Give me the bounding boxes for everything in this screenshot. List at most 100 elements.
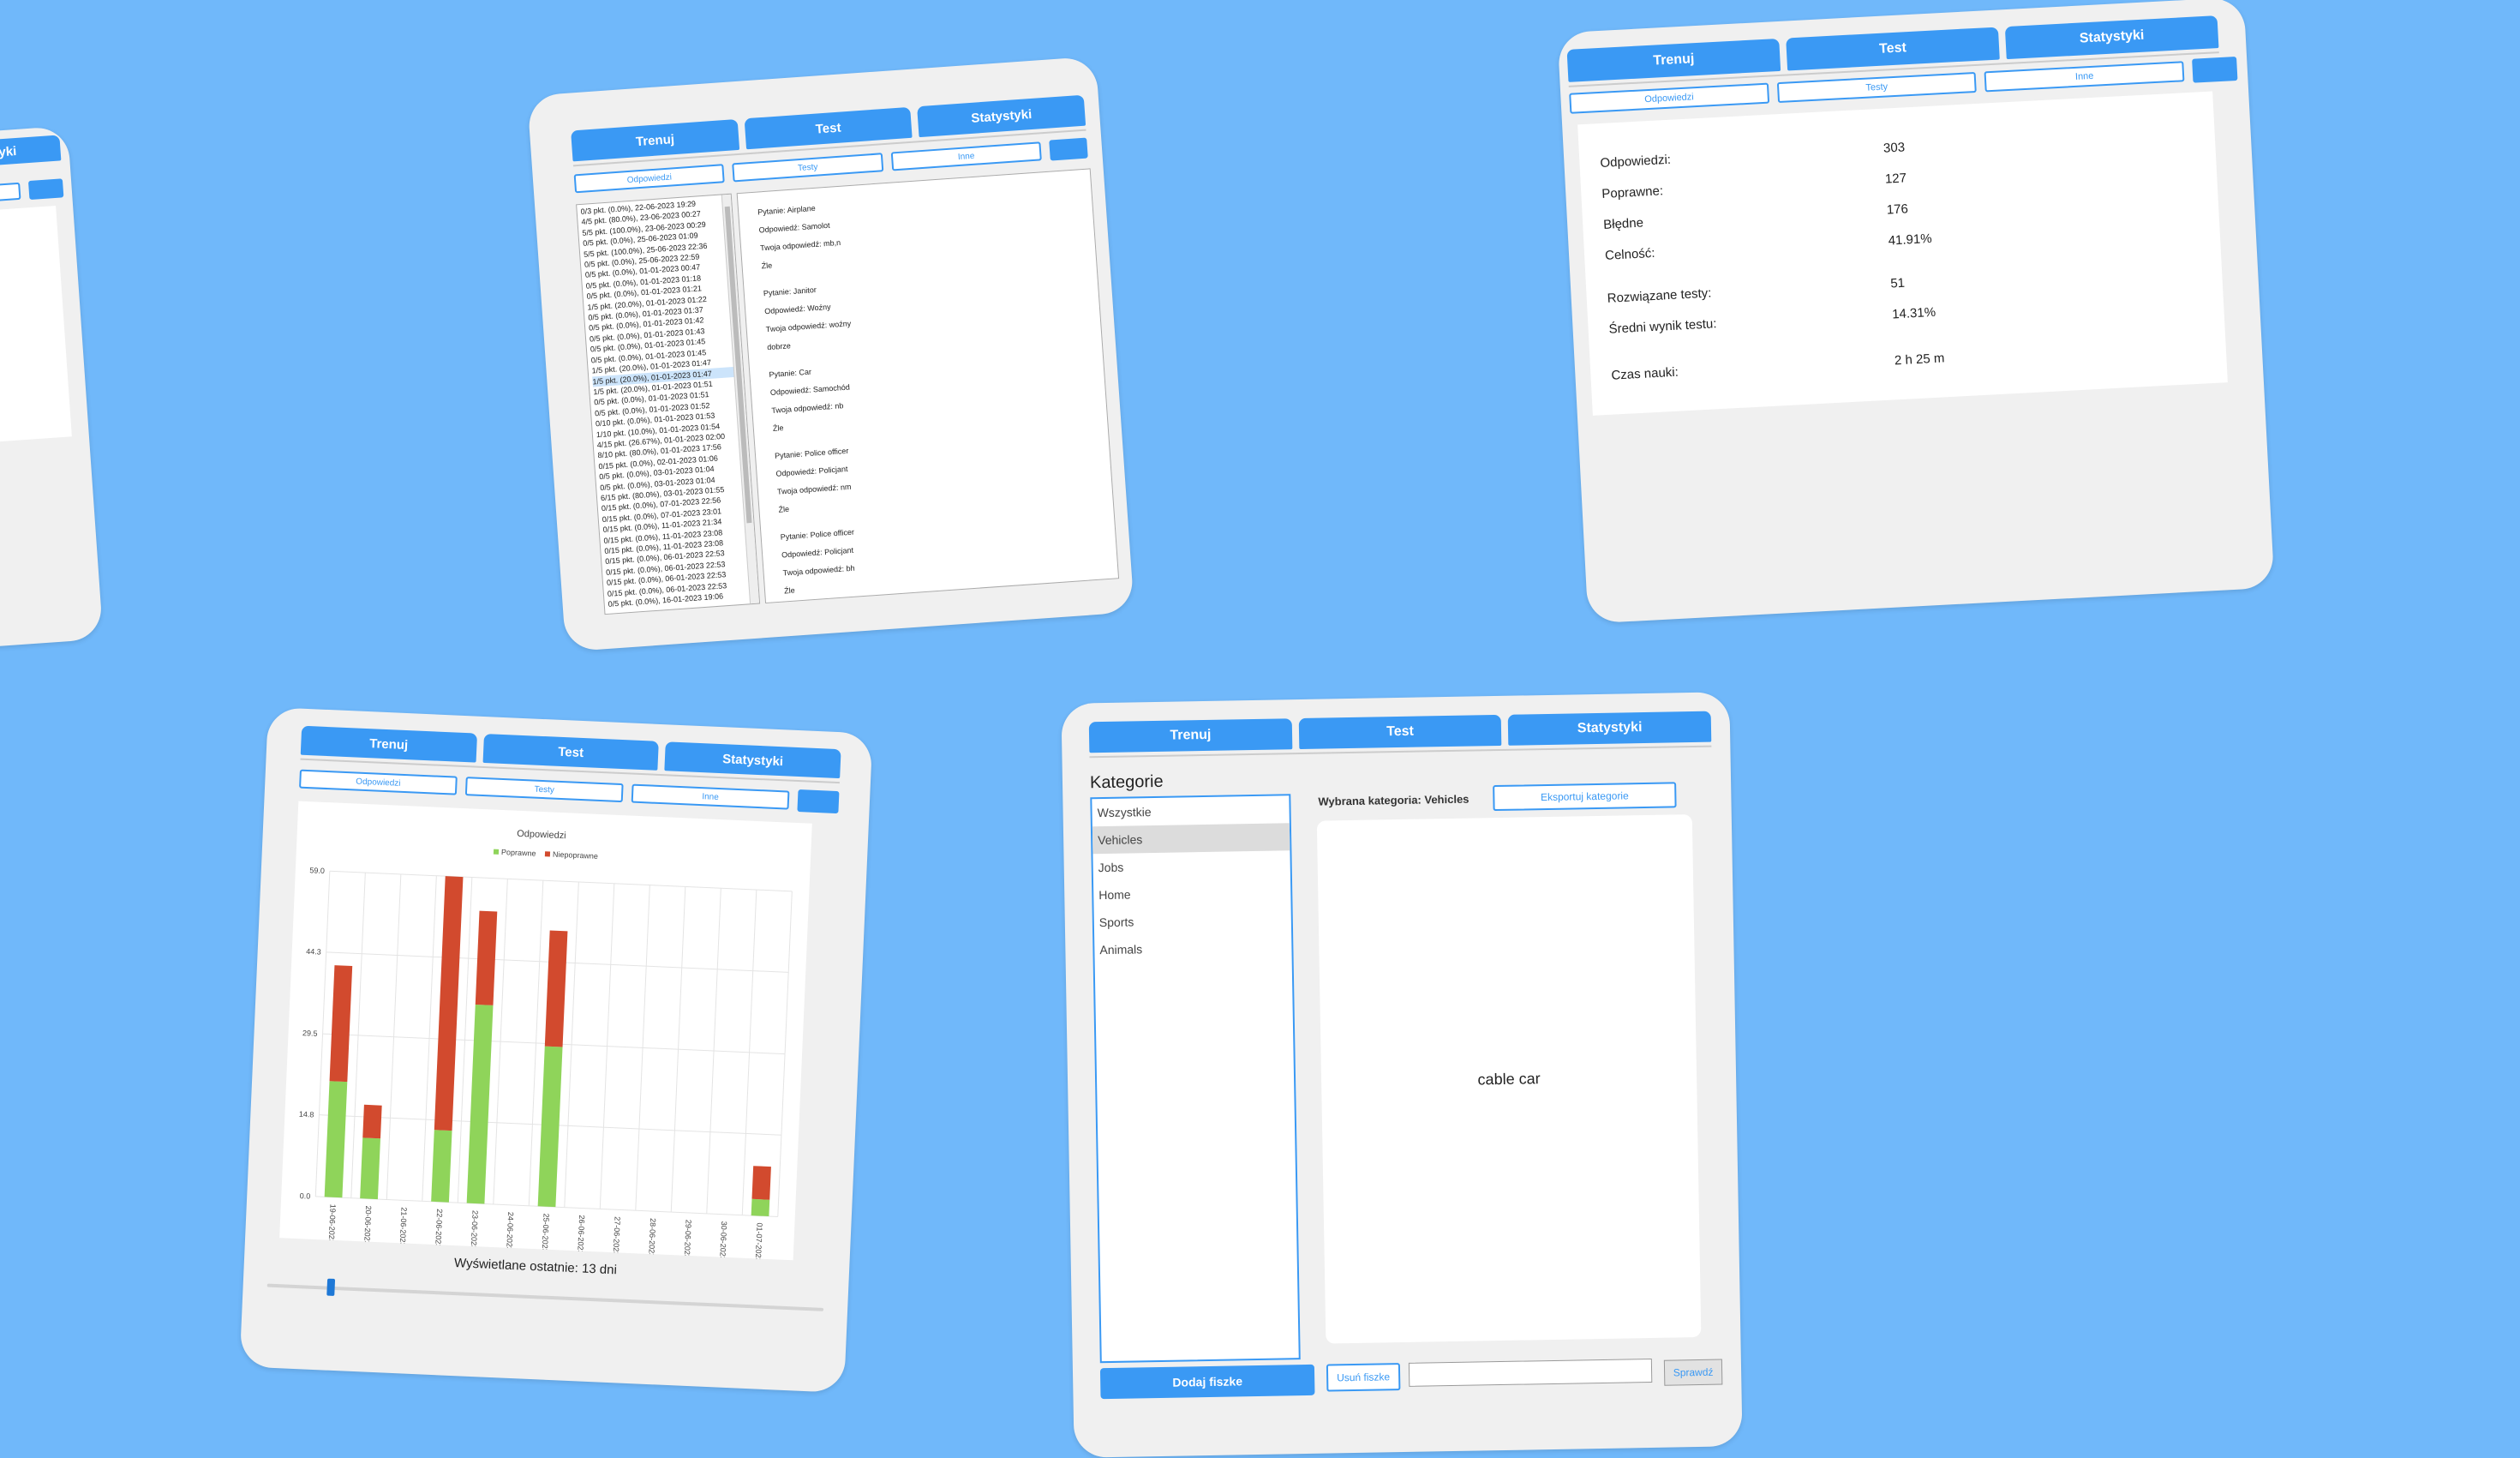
x-tick-label: 27-06-2023	[612, 1216, 622, 1256]
legend-swatch	[544, 851, 551, 857]
history-window: Trenuj Test Statystyki Odpowiedzi Testy …	[527, 56, 1134, 652]
stats-panel: Odpowiedzi: 303 Poprawne: 127 Błędne 176…	[1577, 91, 2228, 416]
subtab-extra-partial[interactable]	[27, 178, 64, 201]
subtab-other[interactable]: Inne	[1984, 61, 2185, 93]
subtab-other[interactable]: Inne	[890, 141, 1042, 171]
stat-value-correct: 127	[1884, 171, 1907, 187]
category-item[interactable]: Wszystkie	[1092, 795, 1290, 826]
days-slider-handle[interactable]	[326, 1278, 336, 1296]
chart-panel: Odpowiedzi Poprawne Niepoprawne 0.0 14.8 29…	[279, 801, 812, 1263]
x-tick-label: 28-06-2023	[647, 1218, 657, 1257]
bar-niepoprawne	[434, 876, 464, 1131]
subtab-answers[interactable]: Odpowiedzi	[1569, 82, 1769, 114]
test-history-list[interactable]: 0/3 pkt. (0.0%), 22-06-2023 19:29 4/5 pkt…	[576, 193, 761, 615]
add-card-button[interactable]: Dodaj fiszke	[1099, 1364, 1315, 1400]
tab-test[interactable]: Test	[1298, 714, 1502, 750]
y-tick-label: 14.8	[299, 1110, 314, 1119]
subtab-extra[interactable]	[797, 789, 840, 814]
tab-train[interactable]: Trenuj	[300, 725, 477, 763]
answer-detail-block: Pytanie: Airplane Odpowiedź: Samolot Twoja…	[757, 186, 1076, 271]
bar-niepoprawne	[544, 930, 568, 1047]
categories-header: Kategorie	[1089, 771, 1164, 793]
stats-window: Trenuj Test Statystyki Odpowiedzi Testy …	[1557, 0, 2275, 624]
x-tick-label: 29-06-2023	[683, 1220, 693, 1259]
category-list[interactable]: Wszystkie Vehicles Jobs Home Sports Animals	[1090, 794, 1301, 1364]
stat-value-wrong: 176	[1886, 201, 1909, 218]
answer-details: Pytanie: Airplane Odpowiedź: Samolot Twoja…	[736, 168, 1120, 604]
subtab-other[interactable]: Inne	[631, 783, 790, 810]
bar-niepoprawne	[329, 965, 353, 1083]
bar-niepoprawne	[751, 1166, 771, 1200]
bar-poprawne	[360, 1137, 380, 1200]
category-item[interactable]: Vehicles	[1092, 823, 1290, 855]
partial-window: tystyki	[0, 125, 104, 663]
stat-value-answers: 303	[1883, 140, 1906, 156]
subtab-tests[interactable]: Testy	[732, 153, 883, 183]
bar-poprawne	[324, 1081, 348, 1198]
answer-input[interactable]	[1408, 1358, 1653, 1387]
subtab-tests[interactable]: Testy	[1776, 71, 1978, 104]
x-tick-label: 20-06-2023	[362, 1205, 373, 1245]
tab-train[interactable]: Trenuj	[1088, 718, 1293, 753]
x-tick-label: 23-06-2023	[470, 1210, 480, 1250]
answer-detail-block: Pytanie: Car Odpowiedź: Samochód Twoja odp…	[769, 348, 1087, 433]
bar-poprawne	[537, 1046, 563, 1208]
bar-niepoprawne	[475, 910, 498, 1005]
stat-value-solved: 51	[1889, 275, 1906, 291]
x-tick-label: 21-06-2023	[398, 1207, 409, 1246]
grid-line	[329, 870, 793, 892]
stat-label-wrong: Błędne	[1602, 215, 1644, 232]
category-item[interactable]: Home	[1093, 878, 1291, 909]
answer-detail-block: Pytanie: Police officer Odpowiedź: Policj…	[775, 429, 1093, 514]
stat-label-correct: Poprawne:	[1601, 183, 1664, 201]
y-tick-label: 59.0	[309, 866, 325, 875]
stat-label-time: Czas nauki:	[1611, 364, 1679, 383]
x-tick-label: 26-06-2023	[576, 1215, 586, 1254]
category-item[interactable]: Jobs	[1092, 850, 1290, 881]
subtab-answers[interactable]: Odpowiedzi	[299, 769, 458, 795]
x-tick-label: 25-06-2023	[541, 1213, 551, 1252]
bar-poprawne	[466, 1004, 494, 1204]
days-slider[interactable]	[266, 1278, 824, 1311]
category-window: Trenuj Test Statystyki Kategorie Wszystk…	[1061, 692, 1743, 1458]
subtab-partial[interactable]	[0, 182, 21, 206]
partial-panel	[0, 205, 72, 446]
x-tick-label: 22-06-2023	[434, 1209, 444, 1248]
flashcard[interactable]: cable car	[1316, 814, 1702, 1344]
remove-card-button[interactable]: Usuń fiszke	[1326, 1363, 1401, 1392]
tab-statistics[interactable]: Statystyki	[664, 741, 841, 779]
category-item[interactable]: Animals	[1094, 933, 1292, 963]
x-tick-label: 19-06-2023	[327, 1204, 338, 1244]
subtab-answers[interactable]: Odpowiedzi	[573, 164, 726, 194]
subtab-extra[interactable]	[1049, 137, 1088, 161]
stat-label-accuracy: Celność:	[1604, 245, 1655, 263]
stat-value-accuracy: 41.91%	[1888, 231, 1932, 249]
subtab-extra[interactable]	[2192, 57, 2238, 83]
tab-test[interactable]: Test	[482, 733, 660, 771]
bar-poprawne	[431, 1130, 452, 1203]
selected-category-label: Wybrana kategoria: Vehicles	[1318, 792, 1470, 808]
stat-value-time: 2 h 25 m	[1894, 351, 1945, 369]
stat-value-avg: 14.31%	[1891, 304, 1936, 322]
x-tick-label: 01-07-2023	[754, 1222, 764, 1260]
stat-label-answers: Odpowiedzi:	[1600, 152, 1672, 171]
tab-statistics-partial[interactable]: tystyki	[0, 135, 62, 170]
category-item[interactable]: Sports	[1094, 905, 1292, 936]
chart-title: Odpowiedzi	[517, 829, 566, 841]
answer-detail-block: Pytanie: Police officer Odpowiedź: Policj…	[780, 511, 1098, 596]
check-button[interactable]: Sprawdź	[1663, 1359, 1723, 1386]
x-tick-label: 30-06-2023	[718, 1221, 728, 1261]
stat-label-solved: Rozwiązane testy:	[1607, 285, 1712, 306]
export-category-button[interactable]: Eksportuj kategorie	[1493, 782, 1677, 812]
flashcard-text: cable car	[1477, 1069, 1541, 1088]
chart-window: Trenuj Test Statystyki Odpowiedzi Testy …	[239, 706, 873, 1394]
y-tick-label: 44.3	[306, 947, 321, 957]
bar-poprawne	[751, 1198, 770, 1217]
legend-swatch	[493, 849, 500, 855]
y-tick-label: 0.0	[300, 1191, 311, 1201]
subtab-tests[interactable]: Testy	[464, 777, 624, 803]
tab-statistics[interactable]: Statystyki	[1508, 711, 1712, 746]
x-tick-label: 24-06-2023	[505, 1212, 515, 1251]
legend-label: Poprawne	[501, 848, 536, 858]
answer-detail-block: Pytanie: Janitor Odpowiedź: Woźny Twoja od…	[763, 267, 1082, 351]
